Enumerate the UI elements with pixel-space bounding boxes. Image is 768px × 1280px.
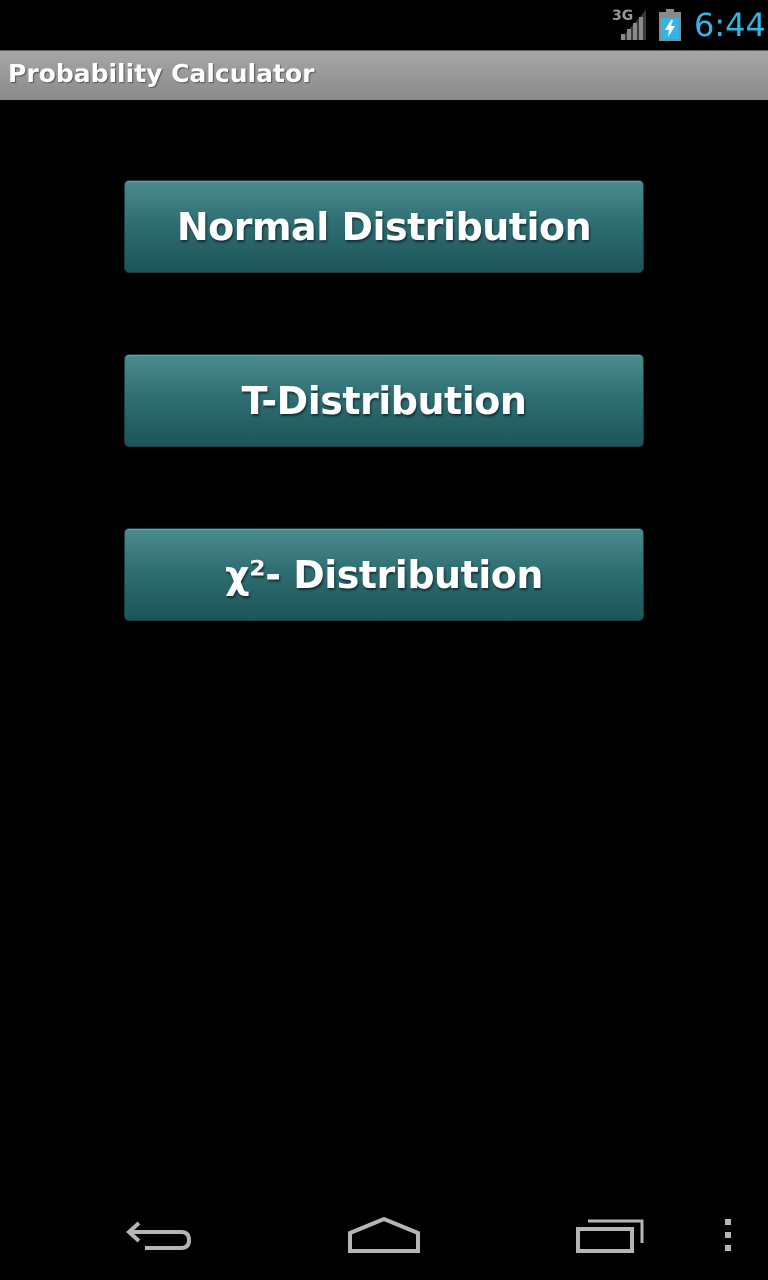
back-arrow-icon <box>126 1221 192 1250</box>
status-bar: 3G 6:44 <box>0 0 768 50</box>
overflow-menu-button[interactable] <box>708 1190 748 1280</box>
battery-charging-icon <box>659 9 681 41</box>
title-bar: Probability Calculator <box>0 50 768 100</box>
app-title: Probability Calculator <box>8 59 315 88</box>
t-distribution-button[interactable]: T-Distribution <box>124 354 644 447</box>
back-button[interactable] <box>110 1190 210 1280</box>
chi-square-distribution-label: χ²- Distribution <box>225 552 543 597</box>
recent-apps-icon <box>576 1219 644 1253</box>
t-distribution-label: T-Distribution <box>241 378 527 423</box>
chi-square-distribution-button[interactable]: χ²- Distribution <box>124 528 644 621</box>
home-button[interactable] <box>334 1190 434 1280</box>
normal-distribution-button[interactable]: Normal Distribution <box>124 180 644 273</box>
normal-distribution-label: Normal Distribution <box>176 204 592 249</box>
clock: 6:44 <box>694 6 766 44</box>
recent-apps-button[interactable] <box>560 1190 660 1280</box>
overflow-menu-icon <box>725 1219 731 1251</box>
signal-strength-icon <box>620 10 646 40</box>
home-icon <box>348 1216 420 1253</box>
navigation-bar <box>0 1190 768 1280</box>
